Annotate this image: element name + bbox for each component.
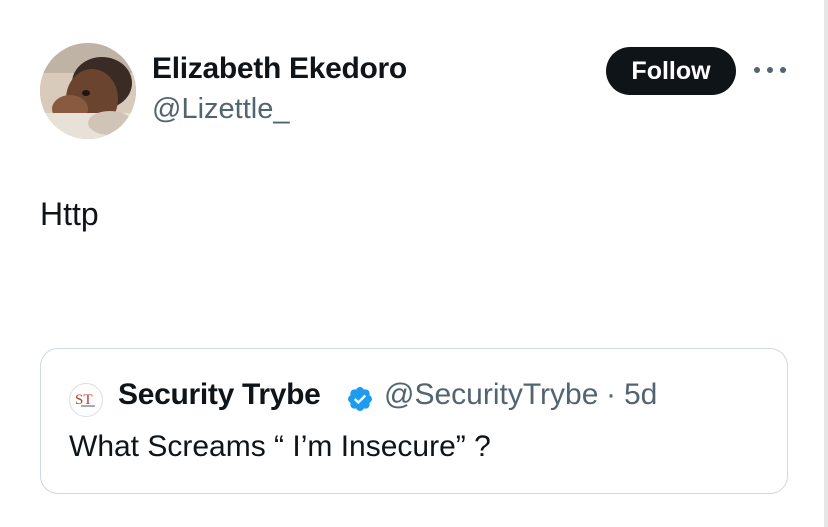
quoted-author-handle[interactable]: @SecurityTrybe	[384, 378, 598, 412]
author-handle[interactable]: @Lizettle_	[152, 93, 289, 126]
separator-dot: ·	[606, 378, 616, 411]
quoted-author-avatar[interactable]: ST	[69, 383, 103, 417]
security-trybe-logo: ST	[75, 392, 95, 408]
tweet-text: Http	[40, 196, 99, 232]
more-dot	[754, 67, 760, 73]
quoted-author-name[interactable]: Security Trybe	[118, 378, 321, 412]
author-avatar[interactable]	[40, 43, 136, 139]
scrollbar[interactable]	[824, 0, 828, 527]
author-name[interactable]: Elizabeth Ekedoro	[152, 52, 407, 86]
more-dot	[767, 67, 773, 73]
follow-button[interactable]: Follow	[606, 47, 736, 95]
tweet: Elizabeth Ekedoro @Lizettle_ Follow Http…	[0, 0, 828, 527]
verified-badge-icon	[346, 385, 374, 413]
quoted-tweet-text: What Screams “ I’m Insecure” ?	[69, 430, 491, 463]
more-horizontal-icon[interactable]	[754, 60, 786, 80]
quoted-tweet-card[interactable]: ST Security Trybe @SecurityTrybe · 5d Wh…	[40, 348, 788, 494]
more-dot	[780, 67, 786, 73]
quoted-timestamp[interactable]: 5d	[624, 378, 657, 412]
